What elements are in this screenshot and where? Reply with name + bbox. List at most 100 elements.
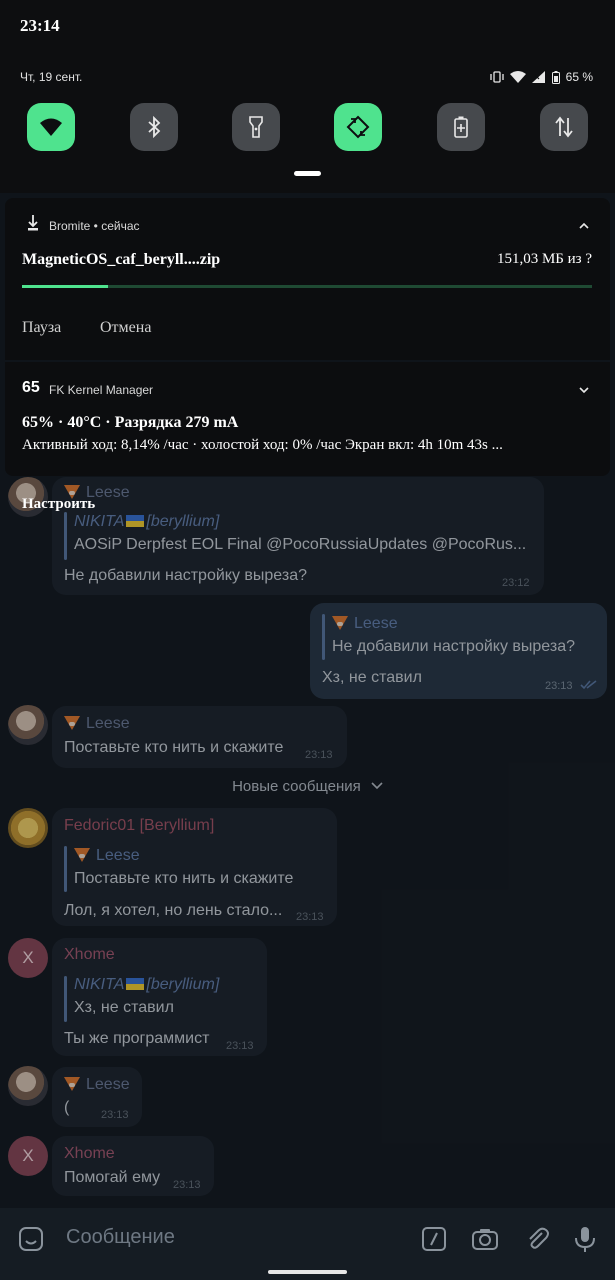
new-messages-divider: Новые сообщения (0, 778, 615, 795)
reply-author-suffix: [beryllium] (146, 513, 220, 530)
message-sender[interactable]: Xhome (64, 1145, 115, 1163)
message-text: ( (64, 1099, 70, 1116)
reply-author-name: Leese (354, 615, 398, 632)
message-text: Ты же программист (64, 1030, 210, 1047)
reply-author-name: NIKITA (74, 976, 125, 993)
notification-app: FK Kernel Manager (49, 383, 154, 397)
status-clock: 23:14 (20, 16, 60, 35)
download-icon (28, 215, 38, 231)
battery-percent: 65 % (565, 70, 593, 84)
camera-icon[interactable] (470, 1224, 500, 1254)
fox-emoji-icon (74, 848, 90, 862)
reply-text: AOSiP Derpfest EOL Final @PocoRussiaUpda… (74, 536, 527, 553)
shade-drag-handle[interactable] (294, 171, 321, 176)
notification-title: 65% · 40°C · Разрядка 279 mA (22, 414, 239, 431)
message-text: Хз, не ставил (322, 669, 422, 686)
avatar-initial: X (22, 948, 34, 967)
avatar-initial: X (22, 1146, 34, 1165)
sender-name: Leese (86, 715, 130, 732)
notification-app-icon: 65 (22, 379, 40, 396)
download-notification[interactable]: Bromite • сейчас MagneticOS_caf_beryll..… (5, 198, 610, 360)
command-icon[interactable] (419, 1224, 449, 1254)
tile-flashlight[interactable] (232, 103, 280, 151)
avatar[interactable]: X (8, 1136, 48, 1176)
tile-wifi[interactable] (27, 103, 75, 151)
reply-text: Поставьте кто нить и скажите (74, 870, 294, 887)
reply-author: Leese (332, 615, 398, 633)
chevron-down-icon (371, 782, 383, 790)
avatar[interactable] (8, 705, 48, 745)
message-time: 23:13 (545, 680, 573, 692)
microphone-icon[interactable] (570, 1224, 600, 1254)
double-check-icon (580, 680, 597, 690)
message-text: Поставьте кто нить и скажите (64, 739, 284, 756)
notification-body: Активный ход: 8,14% /час · холостой ход:… (22, 437, 503, 453)
fox-emoji-icon (64, 716, 80, 730)
gesture-nav-bar[interactable] (268, 1270, 347, 1274)
message-sender[interactable]: Leese (64, 1076, 130, 1094)
message-time: 23:13 (173, 1179, 201, 1191)
download-progress-fill (22, 285, 108, 288)
message-time: 23:13 (226, 1040, 254, 1052)
battery-status-icon (551, 70, 560, 84)
cancel-button[interactable]: Отмена (100, 319, 151, 337)
tile-bluetooth[interactable] (130, 103, 178, 151)
status-date[interactable]: Чт, 19 сент. (20, 70, 82, 84)
kernel-manager-notification[interactable]: 65 FK Kernel Manager 65% · 40°C · Разряд… (5, 362, 610, 476)
quick-settings-panel: 23:14 Чт, 19 сент. 65 % (0, 0, 615, 193)
tile-mobile-data[interactable] (540, 103, 588, 151)
message-time: 23:13 (101, 1109, 129, 1121)
message-sender[interactable]: Leese (64, 715, 130, 733)
wifi-status-icon (509, 71, 526, 83)
chevron-up-icon[interactable] (578, 220, 590, 232)
reply-author-suffix: [beryllium] (146, 976, 220, 993)
configure-notifications-button[interactable]: Настроить (22, 496, 95, 513)
reply-author-name: Leese (96, 847, 140, 864)
message-sender[interactable]: Fedoric01 [Beryllium] (64, 817, 214, 835)
reply-bar (64, 976, 67, 1022)
notification-app: Bromite • сейчас (49, 219, 140, 233)
new-messages-label: Новые сообщения (232, 778, 361, 795)
notification-title: MagneticOS_caf_beryll....zip (22, 251, 221, 268)
message-text: Не добавили настройку выреза? (64, 567, 307, 584)
ukraine-flag-icon (126, 978, 145, 990)
reply-author: NIKITA [beryllium] (74, 976, 219, 994)
status-icons: 65 % (489, 70, 593, 84)
signal-icon (531, 71, 545, 83)
bluetooth-icon (148, 116, 161, 138)
fox-emoji-icon (64, 1077, 80, 1091)
reply-text: Не добавили настройку выреза? (332, 638, 575, 655)
reply-text: Хз, не ставил (74, 999, 174, 1016)
ukraine-flag-icon (126, 515, 145, 527)
reply-bar (64, 512, 67, 560)
avatar[interactable] (8, 1066, 48, 1106)
reply-bar (64, 846, 67, 892)
battery-saver-icon (454, 116, 468, 138)
download-size: 151,03 МБ из ? (496, 251, 592, 267)
reply-author-name: NIKITA (74, 513, 125, 530)
avatar[interactable]: X (8, 938, 48, 978)
reply-author: Leese (74, 847, 140, 865)
mobile-data-icon (555, 116, 573, 138)
quick-tiles (0, 103, 615, 153)
attach-icon[interactable] (522, 1224, 552, 1254)
message-text: Лол, я хотел, но лень стало... (64, 902, 283, 919)
vibrate-icon (489, 71, 504, 83)
auto-rotate-icon (346, 115, 370, 139)
reply-bar (322, 614, 325, 660)
tile-auto-rotate[interactable] (334, 103, 382, 151)
message-time: 23:12 (502, 577, 530, 589)
wifi-icon (40, 118, 62, 136)
download-progress-bar (22, 285, 592, 288)
message-time: 23:13 (305, 749, 333, 761)
chevron-down-icon[interactable] (578, 384, 590, 396)
tile-battery-saver[interactable] (437, 103, 485, 151)
reply-author: NIKITA [beryllium] (74, 513, 219, 531)
message-input[interactable]: Сообщение (66, 1226, 175, 1249)
pause-button[interactable]: Пауза (22, 319, 61, 337)
sticker-icon[interactable] (16, 1224, 46, 1254)
avatar[interactable] (8, 808, 48, 848)
flashlight-icon (249, 116, 263, 138)
message-sender[interactable]: Xhome (64, 946, 115, 964)
message-time: 23:13 (296, 911, 324, 923)
